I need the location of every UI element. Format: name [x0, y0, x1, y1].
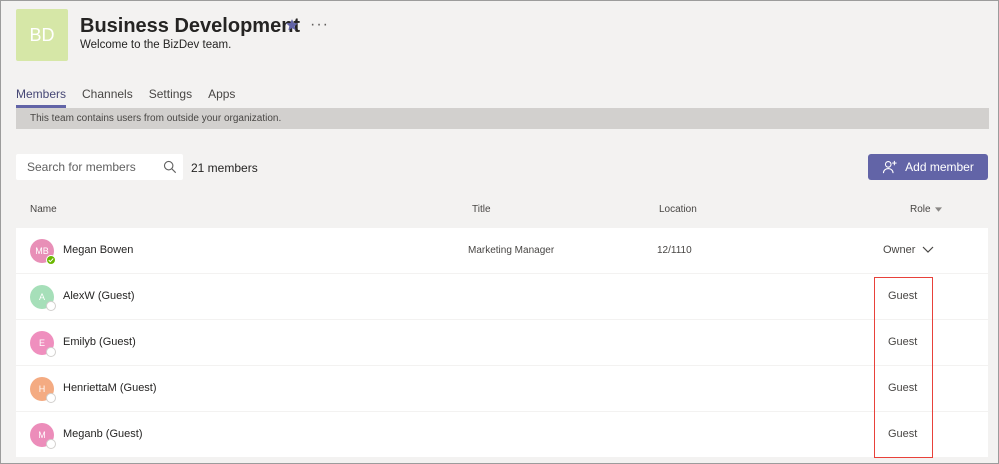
column-header-role[interactable]: Role — [910, 204, 942, 215]
member-name: Emilyb (Guest) — [63, 336, 136, 348]
column-header-role-label: Role — [910, 204, 931, 215]
external-users-banner: This team contains users from outside yo… — [16, 108, 989, 129]
tab-members[interactable]: Members — [16, 87, 67, 108]
member-location: 12/1110 — [657, 245, 692, 256]
member-name: Megan Bowen — [63, 244, 134, 256]
avatar: E — [30, 331, 56, 357]
add-person-icon — [883, 160, 897, 174]
tab-apps[interactable]: Apps — [208, 87, 235, 108]
search-icon[interactable] — [163, 160, 177, 174]
column-header-name[interactable]: Name — [30, 204, 57, 215]
table-row[interactable]: E Emilyb (Guest) Guest — [16, 320, 988, 365]
search-members-input[interactable] — [16, 155, 156, 179]
presence-offline-icon — [46, 301, 56, 311]
avatar-initials: M — [38, 430, 46, 440]
add-member-label: Add member — [905, 160, 974, 174]
presence-offline-icon — [46, 393, 56, 403]
chevron-down-icon[interactable] — [922, 246, 934, 254]
team-avatar: BD — [16, 9, 68, 61]
member-name: AlexW (Guest) — [63, 290, 135, 302]
member-count: 21 members — [191, 161, 258, 175]
table-row[interactable]: MB Megan Bowen Marketing Manager 12/1110… — [16, 228, 988, 273]
presence-offline-icon — [46, 347, 56, 357]
table-row[interactable]: H HenriettaM (Guest) Guest — [16, 366, 988, 411]
role-dropdown[interactable]: Owner — [883, 244, 915, 256]
avatar: H — [30, 377, 56, 403]
sort-down-icon — [934, 207, 942, 212]
member-title: Marketing Manager — [468, 245, 555, 256]
team-description: Welcome to the BizDev team. — [80, 39, 232, 51]
avatar: M — [30, 423, 56, 449]
avatar-initials: MB — [35, 246, 49, 256]
avatar-initials: E — [38, 338, 45, 348]
tab-settings[interactable]: Settings — [149, 87, 192, 108]
checkmark-icon — [48, 258, 54, 263]
member-name: Meganb (Guest) — [63, 428, 143, 440]
avatar-initials: H — [38, 384, 46, 394]
column-header-location[interactable]: Location — [659, 204, 697, 215]
presence-available-icon — [46, 255, 56, 265]
add-member-button[interactable]: Add member — [868, 154, 988, 180]
team-name: Business Development — [80, 15, 301, 37]
teams-manage-team-window: BD Business Development ··· Welcome to t… — [0, 0, 999, 464]
column-header-title[interactable]: Title — [472, 204, 491, 215]
favorite-star-icon[interactable] — [285, 18, 299, 32]
tab-bar: Members Channels Settings Apps — [16, 87, 235, 108]
presence-offline-icon — [46, 439, 56, 449]
avatar: MB — [30, 239, 56, 265]
guest-role-highlight — [874, 277, 933, 458]
table-row[interactable]: A AlexW (Guest) Guest — [16, 274, 988, 319]
tab-channels[interactable]: Channels — [82, 87, 133, 108]
avatar: A — [30, 285, 56, 311]
search-box — [16, 154, 183, 180]
avatar-initials: A — [38, 292, 45, 302]
member-name: HenriettaM (Guest) — [63, 382, 157, 394]
table-row[interactable]: M Meganb (Guest) Guest — [16, 412, 988, 457]
more-options-icon[interactable]: ··· — [310, 16, 329, 34]
